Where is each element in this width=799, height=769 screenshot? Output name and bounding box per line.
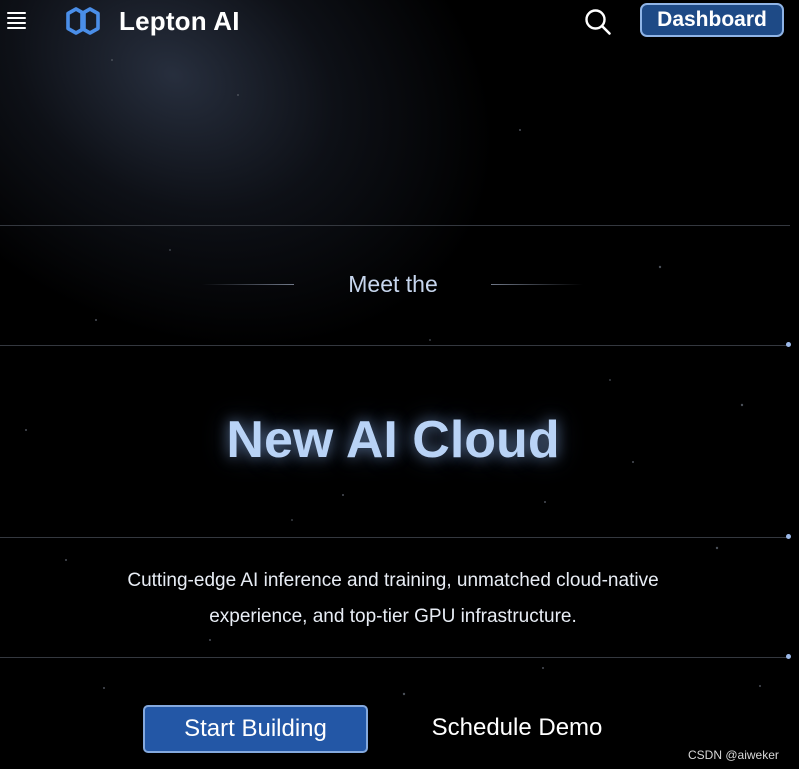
- lepton-logo-icon[interactable]: [63, 6, 103, 36]
- hamburger-menu-icon[interactable]: [7, 12, 27, 30]
- divider-line: [0, 225, 790, 226]
- divider-line: [0, 537, 790, 538]
- landing-page: Lepton AI Dashboard Meet the New AI Clou…: [0, 0, 799, 769]
- start-building-button[interactable]: Start Building: [143, 705, 368, 753]
- background-glow: [0, 0, 572, 459]
- divider-dot: [786, 534, 791, 539]
- hero-title: New AI Cloud: [226, 411, 560, 469]
- search-icon[interactable]: [583, 7, 613, 37]
- top-nav: Lepton AI Dashboard: [0, 0, 799, 44]
- hero-eyebrow: Meet the: [348, 271, 438, 297]
- schedule-demo-button[interactable]: Schedule Demo: [412, 705, 622, 753]
- watermark-text: CSDN @aiweker: [688, 748, 779, 762]
- dashboard-button[interactable]: Dashboard: [640, 3, 784, 37]
- divider-dot: [786, 654, 791, 659]
- starfield-background: [25, 59, 761, 696]
- divider-line: [0, 345, 790, 346]
- hero-subtitle: Cutting-edge AI inference and training, …: [127, 570, 659, 627]
- brand-name[interactable]: Lepton AI: [119, 5, 240, 37]
- eyebrow-rule-right: [491, 284, 583, 285]
- divider-line: [0, 657, 790, 658]
- divider-dot: [786, 342, 791, 347]
